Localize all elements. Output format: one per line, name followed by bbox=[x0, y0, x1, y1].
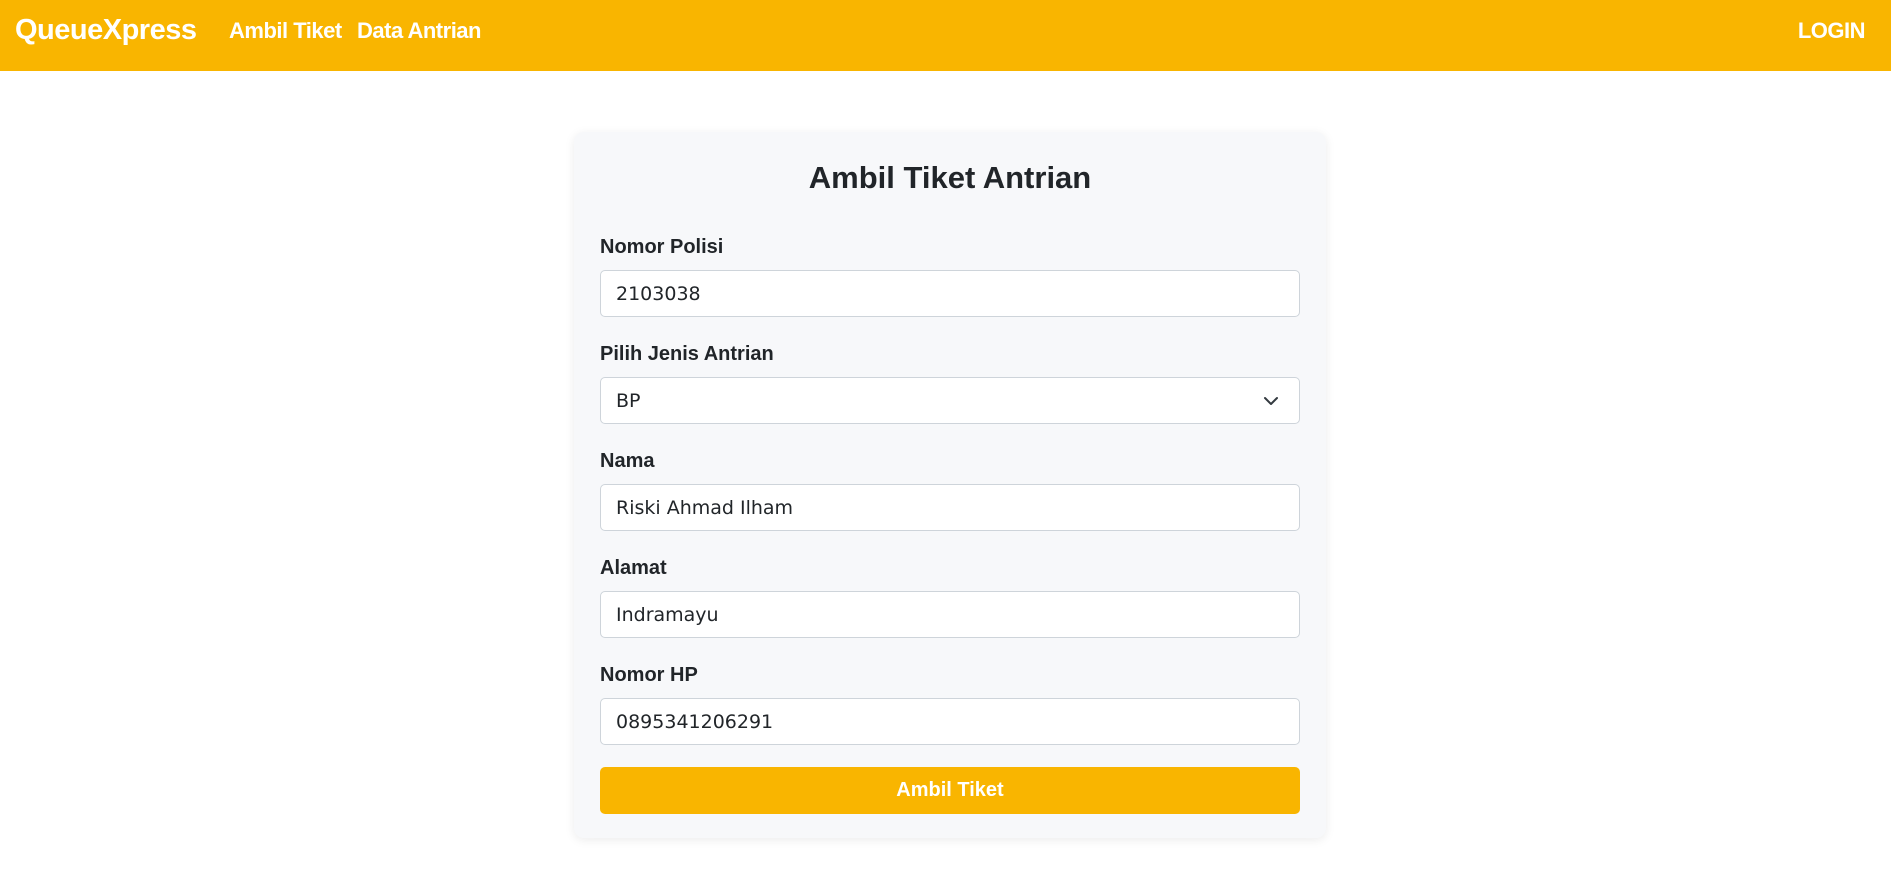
jenis-antrian-select[interactable]: BP bbox=[600, 377, 1300, 424]
alamat-value: Indramayu bbox=[616, 603, 719, 626]
nama-value: Riski Ahmad Ilham bbox=[616, 496, 794, 519]
nomor-hp-value: 0895341206291 bbox=[616, 710, 774, 733]
nomor-polisi-input[interactable]: 2103038 bbox=[600, 270, 1300, 317]
nomor-polisi-value: 2103038 bbox=[616, 282, 701, 305]
nomor-polisi-label: Nomor Polisi bbox=[600, 236, 724, 258]
alamat-label: Alamat bbox=[600, 557, 667, 579]
ambil-tiket-button[interactable]: Ambil Tiket bbox=[600, 767, 1300, 814]
ticket-form-card: Ambil Tiket Antrian Nomor Polisi 2103038… bbox=[574, 132, 1326, 838]
nomor-hp-input[interactable]: 0895341206291 bbox=[600, 698, 1300, 745]
brand-logo[interactable]: QueueXpress bbox=[15, 14, 197, 47]
chevron-down-icon bbox=[1264, 397, 1278, 405]
form-title: Ambil Tiket Antrian bbox=[808, 160, 1092, 195]
nama-input[interactable]: Riski Ahmad Ilham bbox=[600, 484, 1300, 531]
jenis-antrian-label: Pilih Jenis Antrian bbox=[600, 343, 774, 365]
nomor-hp-label: Nomor HP bbox=[600, 664, 698, 686]
jenis-antrian-value: BP bbox=[616, 389, 641, 412]
nav-link-data-antrian[interactable]: Data Antrian bbox=[357, 18, 481, 44]
alamat-input[interactable]: Indramayu bbox=[600, 591, 1300, 638]
nav-link-ambil-tiket[interactable]: Ambil Tiket bbox=[229, 18, 342, 44]
navbar: QueueXpress Ambil Tiket Data Antrian LOG… bbox=[0, 0, 1891, 71]
nama-label: Nama bbox=[600, 450, 655, 472]
login-link[interactable]: LOGIN bbox=[1798, 18, 1866, 44]
